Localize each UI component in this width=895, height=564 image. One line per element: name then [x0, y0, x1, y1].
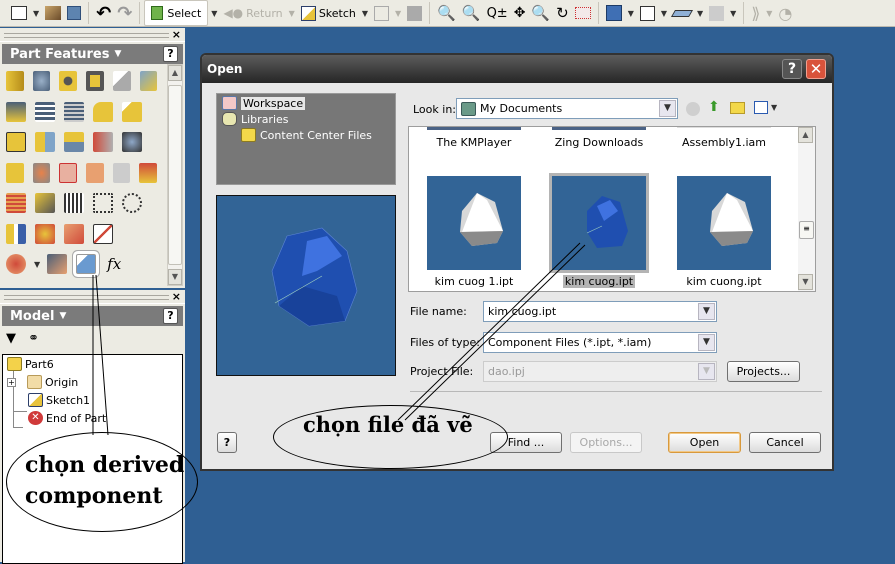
annotation-line: chọn derived	[25, 452, 185, 478]
annotation-line: component	[25, 483, 163, 509]
pointer-line	[404, 244, 586, 421]
pointer-line	[397, 242, 581, 421]
pointer-line	[95, 274, 109, 436]
annotation-derived-component: chọn derived component	[25, 450, 184, 512]
annotation-choose-file: chọn file đã vẽ	[303, 412, 473, 437]
